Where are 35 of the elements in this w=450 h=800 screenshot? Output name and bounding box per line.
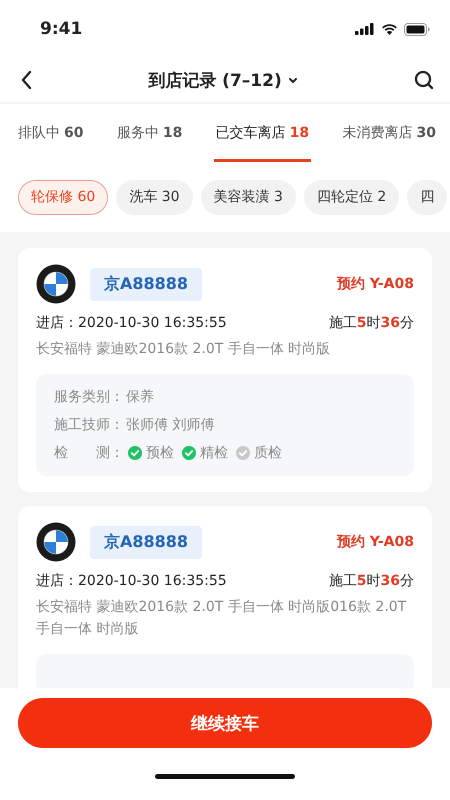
work-duration: 施工5时36分 xyxy=(328,314,414,332)
filter-chip[interactable]: 轮保修 60 xyxy=(18,180,108,214)
detail-label: 检 测： xyxy=(54,444,124,463)
continue-button[interactable]: 继续接车 xyxy=(18,698,432,748)
detail-value: 张师傅 刘师傅 xyxy=(126,416,214,435)
reservation-number: 预约 Y-A08 xyxy=(336,275,414,293)
reservation-number: 预约 Y-A08 xyxy=(336,533,414,551)
detail-value: 保养 xyxy=(126,388,154,407)
filter-chip[interactable]: 洗车 30 xyxy=(116,180,193,214)
roundel-logo-icon xyxy=(36,264,76,304)
page-title: 到店记录 (7–12) xyxy=(148,70,282,92)
tab[interactable]: 排队中 60 xyxy=(16,107,86,162)
detail-label: 施工技师： xyxy=(54,416,124,435)
filter-chip[interactable]: 四 xyxy=(407,180,448,214)
work-duration: 施工5时36分 xyxy=(328,572,414,590)
chevron-down-icon[interactable] xyxy=(288,76,298,84)
tab[interactable]: 服务中 18 xyxy=(114,107,184,162)
entry-time: 进店：2020-10-30 16:35:55 xyxy=(36,314,227,332)
check-label: 质检 xyxy=(254,444,282,463)
battery-icon xyxy=(404,22,430,36)
check-label: 精检 xyxy=(200,444,228,463)
entry-time: 进店：2020-10-30 16:35:55 xyxy=(36,572,227,590)
filter-chip[interactable]: 美容装潢 3 xyxy=(200,180,296,214)
check-label: 预检 xyxy=(146,444,174,463)
license-plate: 京A88888 xyxy=(90,526,202,558)
signal-icon xyxy=(355,23,375,35)
vehicle-model: 长安福特 蒙迪欧2016款 2.0T 手自一体 时尚版 xyxy=(36,340,332,359)
status-time: 9:41 xyxy=(40,19,82,39)
vehicle-model: 长安福特 蒙迪欧2016款 2.0T 手自一体 时尚版016款 2.0T 手自一体 时尚版 xyxy=(36,598,408,639)
roundel-logo-icon xyxy=(36,522,76,562)
tab[interactable]: 未消费离店 30 xyxy=(340,107,438,162)
filter-chip[interactable]: 四轮定位 2 xyxy=(304,180,400,214)
detail-label: 服务类别： xyxy=(54,388,124,407)
license-plate: 京A88888 xyxy=(90,268,202,300)
wifi-icon xyxy=(381,23,398,35)
